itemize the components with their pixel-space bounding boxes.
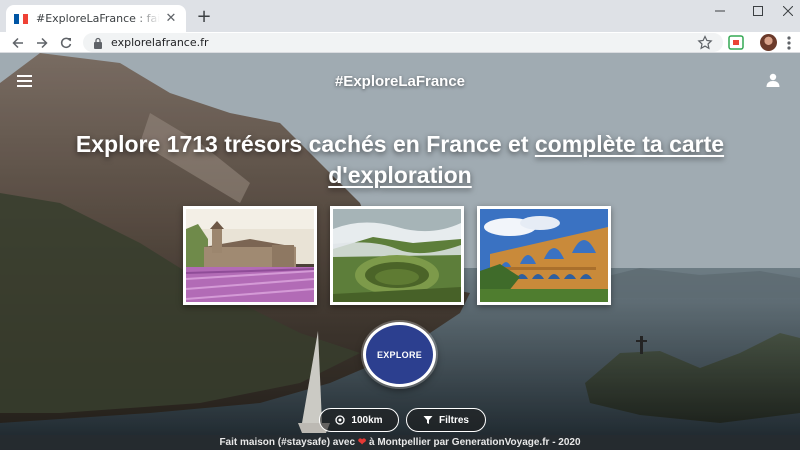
close-icon (783, 6, 793, 16)
maximize-icon (753, 6, 763, 16)
site-brand[interactable]: #ExploreLaFrance (300, 73, 500, 90)
filters-label: Filtres (438, 414, 469, 426)
profile-avatar[interactable] (760, 34, 777, 51)
close-window-button[interactable] (768, 0, 800, 22)
hero-page: #ExploreLaFrance Explore 1713 trésors ca… (0, 53, 800, 450)
tab-close-icon[interactable]: ✕ (164, 11, 178, 26)
bookmark-star-icon[interactable] (696, 34, 714, 52)
arrow-right-icon (37, 37, 48, 48)
explore-button[interactable]: EXPLORE (363, 322, 436, 387)
browser-tab[interactable]: #ExploreLaFrance : faire vivre le t ✕ (6, 5, 186, 32)
arrow-left-icon (12, 37, 23, 48)
url-text: explorelafrance.fr (111, 36, 209, 49)
minimize-button[interactable] (700, 0, 740, 22)
volcano-crater-photo[interactable] (330, 206, 464, 305)
back-button[interactable] (8, 32, 28, 53)
browser-tab-bar: #ExploreLaFrance : faire vivre le t ✕ + (0, 0, 800, 32)
hamburger-menu-button[interactable] (17, 75, 32, 87)
forward-button[interactable] (32, 32, 52, 53)
distance-label: 100km (351, 414, 383, 426)
minimize-icon (715, 10, 725, 12)
distance-button[interactable]: 100km (319, 408, 399, 432)
user-icon[interactable] (766, 73, 780, 87)
browser-toolbar: explorelafrance.fr (0, 32, 800, 53)
reload-button[interactable] (56, 32, 76, 53)
abbey-lavender-photo[interactable] (183, 206, 317, 305)
tab-title: #ExploreLaFrance : faire vivre le t (36, 12, 160, 25)
address-bar[interactable]: explorelafrance.fr (83, 33, 723, 52)
footer-credits: Fait maison (#staysafe) avec ❤ à Montpel… (0, 435, 800, 450)
new-tab-button[interactable]: + (194, 8, 214, 28)
lock-icon (94, 37, 102, 49)
roman-aqueduct-photo[interactable] (477, 206, 611, 305)
headline-text: Explore 1713 trésors cachés en France et (75, 131, 535, 157)
reload-icon (60, 37, 72, 48)
france-flag-icon (14, 13, 29, 24)
footer-text-end: à Montpellier par GenerationVoyage.fr - … (366, 437, 581, 448)
filters-button[interactable]: Filtres (406, 408, 486, 432)
hero-headline: Explore 1713 trésors cachés en France et… (40, 129, 760, 191)
browser-menu-icon[interactable] (782, 34, 796, 52)
target-icon (335, 415, 346, 425)
extension-icon[interactable] (728, 35, 744, 50)
filter-icon (423, 416, 433, 424)
footer-text-start: Fait maison (#staysafe) avec (219, 437, 358, 448)
heart-icon: ❤ (357, 437, 367, 448)
